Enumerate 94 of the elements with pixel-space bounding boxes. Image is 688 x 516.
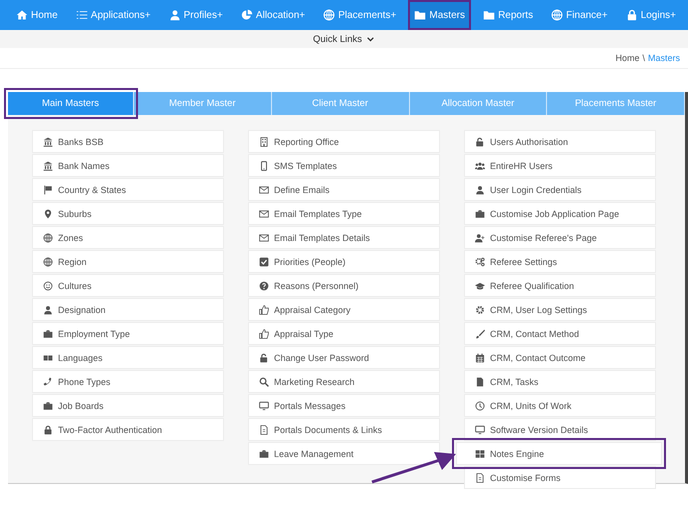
users-icon	[475, 160, 485, 170]
globe-icon	[323, 9, 336, 21]
smiley-icon	[43, 280, 53, 290]
master-link[interactable]: Priorities (People)	[248, 250, 440, 273]
master-link[interactable]: Portals Messages	[248, 394, 440, 417]
briefcase-icon	[475, 208, 485, 218]
monitor-icon	[475, 424, 485, 434]
nav-item[interactable]: Masters	[408, 0, 471, 30]
file-icon	[475, 376, 485, 386]
master-link[interactable]: Bank Names	[32, 154, 224, 177]
master-link[interactable]: Users Authorisation	[464, 130, 656, 153]
master-link[interactable]: User Login Credentials	[464, 178, 656, 201]
globe-icon	[43, 232, 53, 242]
home-icon	[16, 9, 28, 21]
folder-icon	[483, 9, 496, 21]
master-link[interactable]: Banks BSB	[32, 130, 224, 153]
master-link[interactable]: Reporting Office	[248, 130, 440, 153]
master-link[interactable]: Referee Settings	[464, 250, 656, 273]
master-link[interactable]: CRM, Contact Outcome	[464, 346, 656, 369]
unlock-icon	[259, 352, 269, 362]
globe-icon	[43, 256, 53, 266]
master-link[interactable]: Email Templates Type	[248, 202, 440, 225]
bank-icon	[43, 136, 53, 146]
flag-icon	[43, 184, 53, 194]
master-link[interactable]: Reasons (Personnel)	[248, 274, 440, 297]
master-link[interactable]: Software Version Details	[464, 418, 656, 441]
master-link[interactable]: CRM, Units Of Work	[464, 394, 656, 417]
master-link[interactable]: CRM, User Log Settings	[464, 298, 656, 321]
question-icon	[259, 280, 269, 290]
master-link[interactable]: Marketing Research	[248, 370, 440, 393]
master-link[interactable]: Suburbs	[32, 202, 224, 225]
master-link[interactable]: CRM, Contact Method	[464, 322, 656, 345]
master-link[interactable]: EntireHR Users	[464, 154, 656, 177]
phone-icon	[43, 376, 53, 386]
master-link[interactable]: CRM, Tasks	[464, 370, 656, 393]
master-link[interactable]: Change User Password	[248, 346, 440, 369]
monitor-icon	[259, 400, 269, 410]
master-link[interactable]: Customise Forms	[464, 466, 656, 489]
document-icon	[475, 472, 485, 482]
list-icon	[76, 9, 88, 21]
master-link[interactable]: Two-Factor Authentication	[32, 418, 224, 441]
person-icon	[168, 9, 181, 21]
breadcrumb-link[interactable]: Home	[615, 53, 640, 63]
breadcrumb-separator: \	[642, 53, 645, 63]
master-link[interactable]: Define Emails	[248, 178, 440, 201]
thumbs-up-icon	[259, 304, 269, 314]
master-link[interactable]: Region	[32, 250, 224, 273]
person-icon	[475, 184, 485, 194]
briefcase-icon	[43, 400, 53, 410]
search-icon	[259, 376, 269, 386]
master-link[interactable]: Portals Documents & Links	[248, 418, 440, 441]
master-link[interactable]: Appraisal Category	[248, 298, 440, 321]
globe-icon	[551, 9, 564, 21]
master-link[interactable]: Leave Management	[248, 442, 440, 465]
grid-icon	[475, 448, 485, 458]
master-link[interactable]: Phone Types	[32, 370, 224, 393]
master-link[interactable]: Country & States	[32, 178, 224, 201]
master-link[interactable]: SMS Templates	[248, 154, 440, 177]
master-link[interactable]: Referee Qualification	[464, 274, 656, 297]
mobile-icon	[259, 160, 269, 170]
folder-icon	[414, 9, 426, 21]
master-link[interactable]: Languages	[32, 346, 224, 369]
master-link[interactable]: Appraisal Type	[248, 322, 440, 345]
master-link[interactable]: Customise Referee's Page	[464, 226, 656, 249]
envelope-icon	[259, 208, 269, 218]
briefcase-icon	[259, 448, 269, 458]
document-icon	[259, 424, 269, 434]
master-link[interactable]: Email Templates Details	[248, 226, 440, 249]
clock-icon	[475, 400, 485, 410]
map-pin-icon	[43, 208, 53, 218]
lock-icon	[43, 424, 53, 434]
lock-icon	[626, 9, 638, 21]
master-link[interactable]: Employment Type	[32, 322, 224, 345]
quick-links-button[interactable]: Quick Links	[312, 34, 376, 44]
unlock-icon	[475, 136, 485, 146]
bank-icon	[43, 160, 53, 170]
master-link[interactable]: Designation	[32, 298, 224, 321]
master-link[interactable]: Cultures	[32, 274, 224, 297]
graduation-cap-icon	[475, 280, 485, 290]
master-link[interactable]: Zones	[32, 226, 224, 249]
envelope-icon	[259, 232, 269, 242]
checkbox-icon	[259, 256, 269, 266]
chevron-down-icon	[366, 34, 376, 44]
master-link[interactable]: Job Boards	[32, 394, 224, 417]
person-icon	[43, 304, 53, 314]
user-plus-icon	[475, 232, 485, 242]
building-icon	[259, 136, 269, 146]
brush-icon	[475, 328, 485, 338]
calendar-icon	[475, 352, 485, 362]
envelope-icon	[259, 184, 269, 194]
thumbs-up-icon	[259, 328, 269, 338]
briefcase-icon	[43, 328, 53, 338]
master-link[interactable]: Customise Job Application Page	[464, 202, 656, 225]
pie-chart-icon	[240, 9, 253, 21]
